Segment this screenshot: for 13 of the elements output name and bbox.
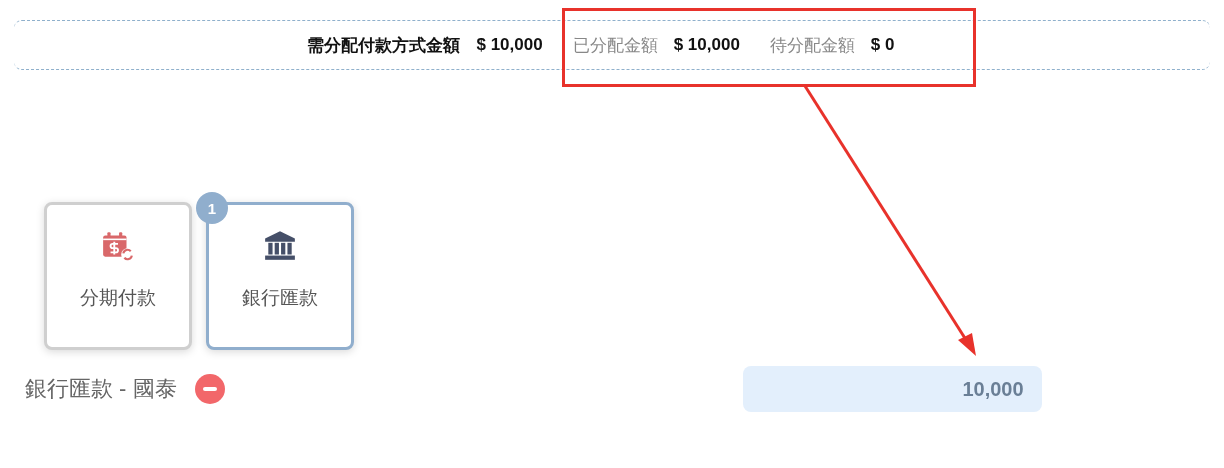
calendar-dollar-icon (101, 229, 135, 263)
summary-amount: $ 0 (870, 35, 895, 55)
summary-label: 待分配金額 (769, 34, 855, 57)
summary-amount: $ 10,000 (673, 35, 740, 55)
bank-icon (263, 229, 297, 263)
payment-method-card[interactable]: 分期付款 (44, 202, 192, 350)
count-badge: 1 (196, 192, 228, 224)
amount-input[interactable]: 10,000 (742, 366, 1042, 412)
payment-entry-label: 銀行匯款 - 國泰 (25, 375, 177, 403)
summary-label: 已分配金額 (572, 34, 658, 57)
summary-amount: $ 10,000 (476, 35, 543, 55)
summary-label: 需分配付款方式金額 (307, 34, 461, 57)
remove-icon[interactable] (194, 374, 225, 404)
